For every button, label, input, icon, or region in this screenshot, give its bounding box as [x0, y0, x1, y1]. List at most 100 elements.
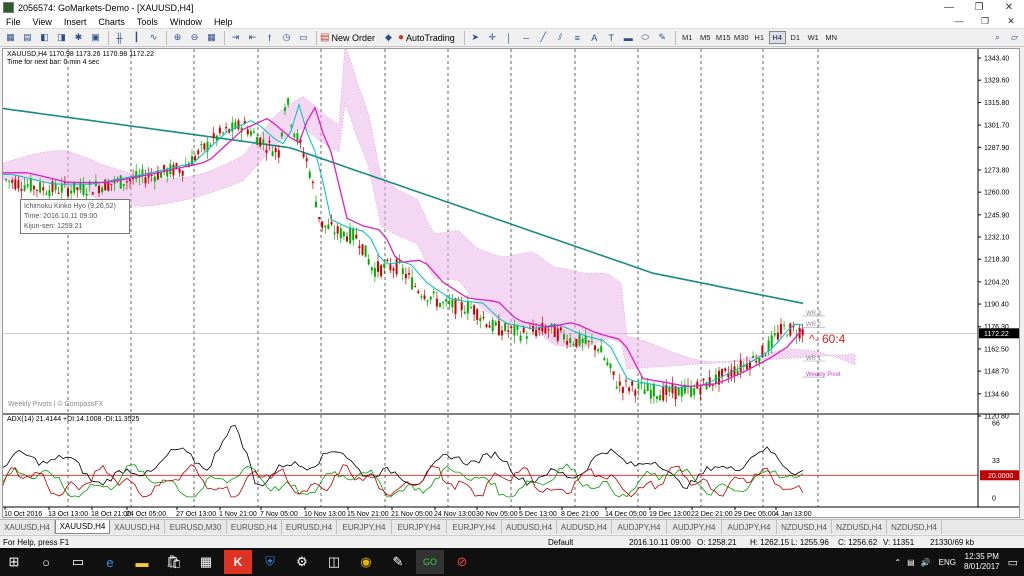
- clock[interactable]: 12:35 PM 8/01/2017: [964, 552, 1000, 572]
- chart-tab[interactable]: EURJPY,H4: [337, 520, 392, 534]
- autotrading-button[interactable]: ● AutoTrading: [398, 32, 455, 43]
- autoscroll-icon[interactable]: ⇥: [228, 31, 243, 45]
- timeframe-mn[interactable]: MN: [823, 31, 840, 44]
- crosshair-icon[interactable]: ✛: [485, 31, 500, 45]
- timeframe-m15[interactable]: M15: [715, 31, 732, 44]
- indicators-icon[interactable]: f: [262, 31, 277, 45]
- trendline-icon[interactable]: ╱: [536, 31, 551, 45]
- chart-tab[interactable]: AUDUSD,H4: [557, 520, 612, 534]
- chart-shift-icon[interactable]: ⇤: [245, 31, 260, 45]
- rectangle-icon[interactable]: ▬: [621, 31, 636, 45]
- mdi-close-button[interactable]: ✕: [998, 16, 1024, 27]
- chart-tab[interactable]: NZDUSD,H4: [887, 520, 942, 534]
- new-order-button[interactable]: ▤ New Order: [320, 32, 375, 43]
- restore-button[interactable]: ❐: [964, 2, 994, 13]
- market-watch-icon[interactable]: ◧: [37, 31, 52, 45]
- timeframe-h1[interactable]: H1: [751, 31, 768, 44]
- terminal-icon[interactable]: ▣: [88, 31, 103, 45]
- chart-tab[interactable]: AUDJPY,H4: [612, 520, 667, 534]
- chart-tab[interactable]: XAUUSD,H4: [0, 520, 55, 534]
- timeframe-m30[interactable]: M30: [733, 31, 750, 44]
- timeframe-m1[interactable]: M1: [679, 31, 696, 44]
- menu-charts[interactable]: Charts: [92, 17, 131, 27]
- tile-windows-icon[interactable]: ▦: [204, 31, 219, 45]
- chart-tab[interactable]: EURUSD,H4: [282, 520, 337, 534]
- zoom-in-icon[interactable]: ⊕: [170, 31, 185, 45]
- timeframe-w1[interactable]: W1: [805, 31, 822, 44]
- language-indicator[interactable]: ENG: [939, 558, 956, 567]
- menu-window[interactable]: Window: [164, 17, 208, 27]
- chart-tab[interactable]: AUDUSD,H4: [502, 520, 557, 534]
- chat-icon[interactable]: ▱: [1007, 31, 1022, 45]
- mdi-restore-button[interactable]: ❐: [972, 16, 998, 27]
- k-app-icon[interactable]: K: [224, 550, 252, 574]
- search-icon[interactable]: ⌕: [990, 31, 1005, 45]
- candle-body: [522, 327, 525, 333]
- data-window-icon[interactable]: ◨: [54, 31, 69, 45]
- tenkan-sen-line: [3, 102, 804, 389]
- channel-icon[interactable]: ⫽: [553, 31, 568, 45]
- network-icon[interactable]: ▤: [907, 558, 915, 567]
- task-view-icon[interactable]: ▭: [64, 550, 92, 574]
- calculator-icon[interactable]: ▦: [192, 550, 220, 574]
- volume-icon[interactable]: 🔊: [921, 558, 931, 567]
- bar-chart-icon[interactable]: ╫: [112, 31, 127, 45]
- ellipse-icon[interactable]: ⬭: [638, 31, 653, 45]
- periods-icon[interactable]: ◷: [279, 31, 294, 45]
- chart-tab[interactable]: NZDUSD,H4: [832, 520, 887, 534]
- chart-tab[interactable]: NZDUSD,H4: [777, 520, 832, 534]
- paint-icon[interactable]: ✎: [384, 550, 412, 574]
- arrows-icon[interactable]: ✎: [655, 31, 670, 45]
- chart-window[interactable]: 1343.40 1329.60 1315.80 1301.70 1287.90 1273.…: [2, 48, 1020, 518]
- chart-tab[interactable]: EURJPY,H4: [392, 520, 447, 534]
- profiles-icon[interactable]: ▤: [20, 31, 35, 45]
- menu-file[interactable]: File: [0, 17, 27, 27]
- tray-chevron-icon[interactable]: ⌃: [894, 558, 901, 567]
- close-button[interactable]: ✕: [994, 2, 1024, 13]
- shield-icon[interactable]: ⛨: [256, 550, 284, 574]
- chrome-icon[interactable]: ◉: [352, 550, 380, 574]
- line-chart-icon[interactable]: ∿: [146, 31, 161, 45]
- edge-icon[interactable]: e: [96, 550, 124, 574]
- trading-app-icon[interactable]: ⊘: [448, 550, 476, 574]
- chart-tab[interactable]: AUDJPY,H4: [722, 520, 777, 534]
- menu-insert[interactable]: Insert: [58, 17, 93, 27]
- text-label-icon[interactable]: T: [604, 31, 619, 45]
- chart-tab-active[interactable]: XAUUSD,H4: [55, 520, 110, 534]
- timeframe-d1[interactable]: D1: [787, 31, 804, 44]
- candle-body: [311, 181, 314, 184]
- new-chart-icon[interactable]: ▦: [3, 31, 18, 45]
- navigator-icon[interactable]: ✱: [71, 31, 86, 45]
- chart-tab[interactable]: EURJPY,H4: [447, 520, 502, 534]
- horizontal-line-icon[interactable]: ─: [519, 31, 534, 45]
- vertical-line-icon[interactable]: │: [502, 31, 517, 45]
- mdi-minimize-button[interactable]: —: [946, 16, 972, 27]
- games-icon[interactable]: ◫: [320, 550, 348, 574]
- price-chart[interactable]: 1343.40 1329.60 1315.80 1301.70 1287.90 1273.…: [3, 49, 1020, 518]
- start-icon[interactable]: ⊞: [0, 550, 28, 574]
- minimize-button[interactable]: —: [934, 2, 964, 13]
- fibonacci-icon[interactable]: ≡: [570, 31, 585, 45]
- templates-icon[interactable]: ▭: [296, 31, 311, 45]
- chart-tab[interactable]: XAUUSD,H4: [110, 520, 165, 534]
- chart-tab[interactable]: EURUSD,M30: [165, 520, 227, 534]
- search-icon[interactable]: ○: [32, 550, 60, 574]
- metaeditor-icon[interactable]: ◆: [381, 31, 396, 45]
- timeframe-m5[interactable]: M5: [697, 31, 714, 44]
- store-icon[interactable]: 🛍: [160, 550, 188, 574]
- menu-view[interactable]: View: [27, 17, 58, 27]
- go-markets-icon[interactable]: GO: [416, 550, 444, 574]
- zoom-out-icon[interactable]: ⊖: [187, 31, 202, 45]
- cursor-icon[interactable]: ➤: [468, 31, 483, 45]
- menu-help[interactable]: Help: [208, 17, 239, 27]
- chart-tab[interactable]: AUDJPY,H4: [667, 520, 722, 534]
- notifications-icon[interactable]: ▭: [1008, 556, 1018, 569]
- price-tick-label: 1120.80: [984, 414, 1009, 421]
- network-app-icon[interactable]: ⚙: [288, 550, 316, 574]
- chart-tab[interactable]: EURUSD,H4: [227, 520, 282, 534]
- explorer-icon[interactable]: ▬: [128, 550, 156, 574]
- timeframe-h4[interactable]: H4: [768, 31, 786, 44]
- text-icon[interactable]: A: [587, 31, 602, 45]
- menu-tools[interactable]: Tools: [131, 17, 164, 27]
- candlestick-icon[interactable]: ┃: [129, 31, 144, 45]
